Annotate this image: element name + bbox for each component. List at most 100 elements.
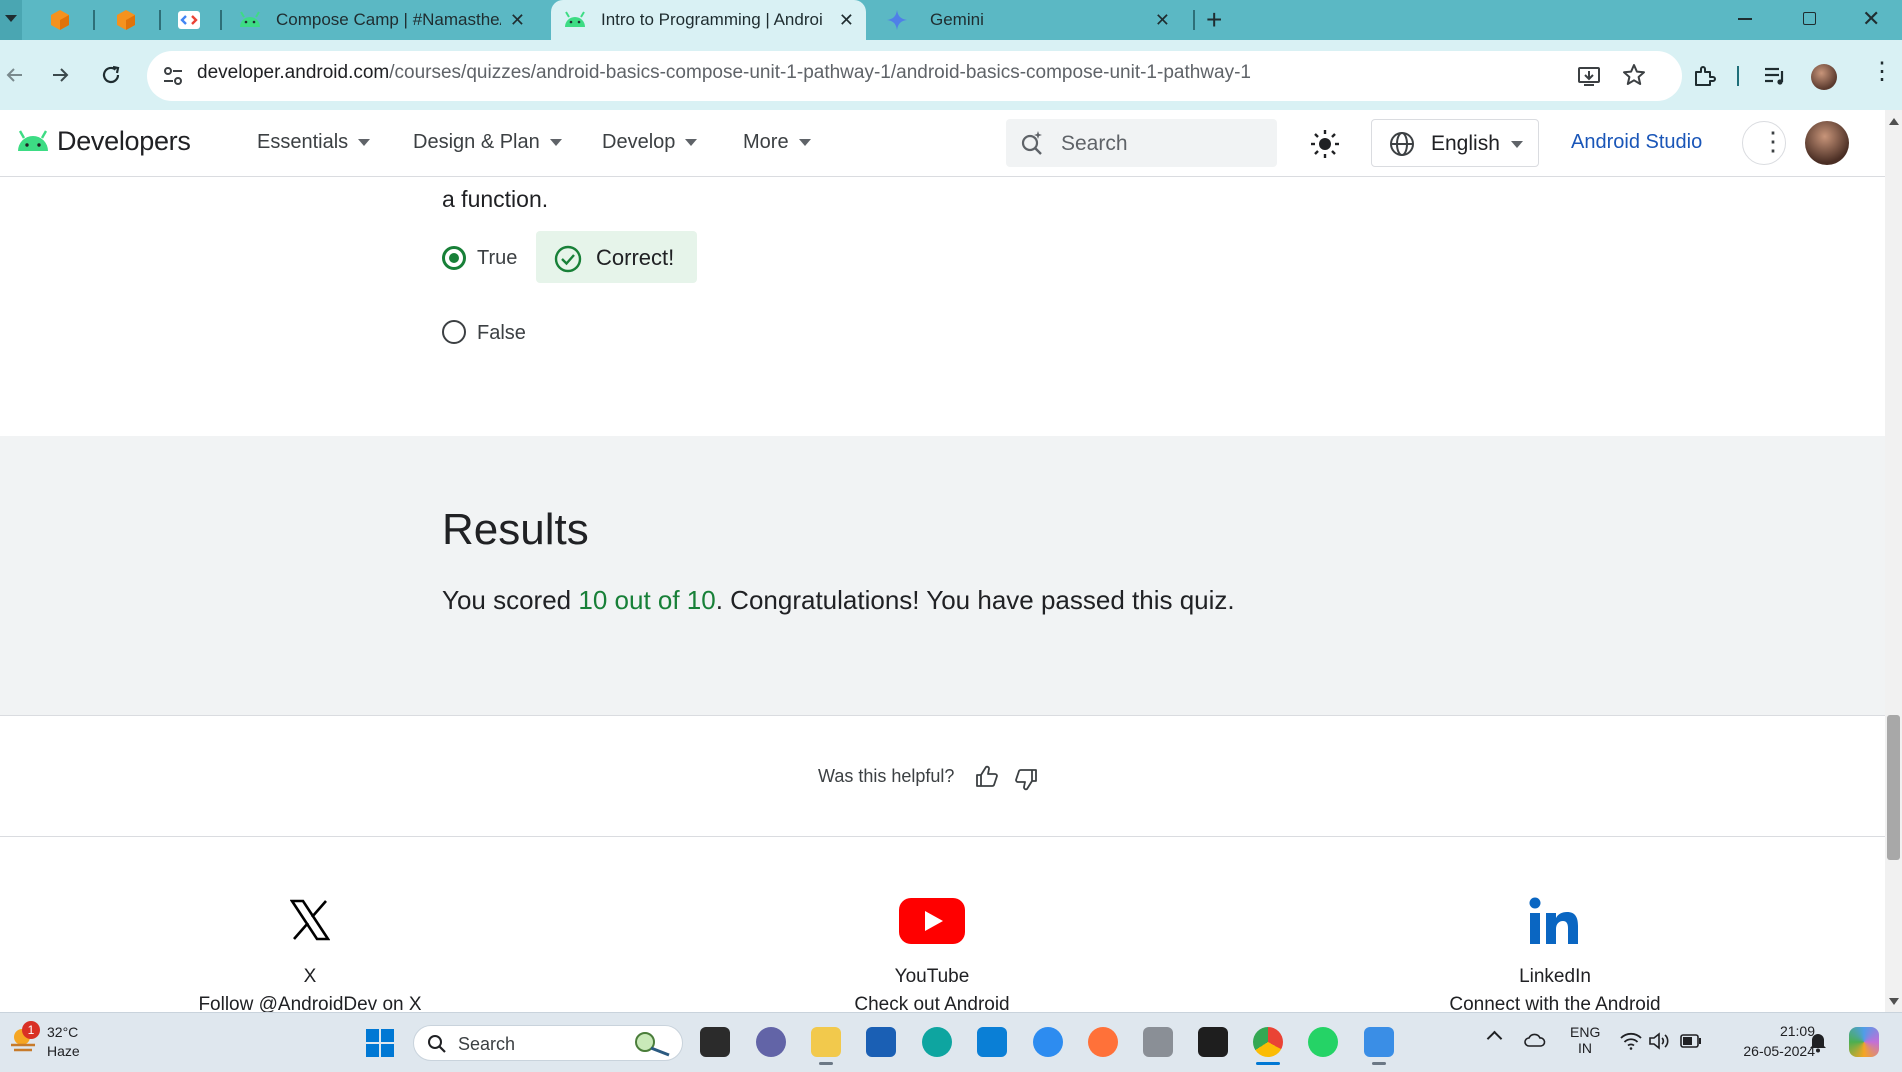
- site-search-input[interactable]: Search: [1006, 119, 1277, 167]
- search-placeholder: Search: [1061, 132, 1128, 155]
- caret-down-icon: [798, 139, 811, 146]
- linkedin-logo-icon[interactable]: [1529, 897, 1579, 945]
- nav-design-plan[interactable]: Design & Plan: [413, 131, 562, 154]
- battery-icon[interactable]: [1680, 1034, 1702, 1048]
- taskbar-search-box[interactable]: Search: [413, 1025, 683, 1061]
- nav-label: Essentials: [257, 131, 349, 153]
- results-summary: You scored 10 out of 10. Congratulations…: [442, 585, 1235, 616]
- minimize-button[interactable]: [1738, 18, 1752, 20]
- edge-icon[interactable]: [922, 1027, 952, 1057]
- help-icon[interactable]: [1033, 1027, 1063, 1057]
- nav-more[interactable]: More: [743, 131, 811, 154]
- x-logo-icon[interactable]: [290, 899, 330, 941]
- android-studio-link[interactable]: Android Studio: [1571, 131, 1702, 154]
- thumbs-down-icon[interactable]: [1014, 767, 1038, 791]
- social-name-x[interactable]: X: [300, 966, 320, 988]
- notepad-icon[interactable]: [1364, 1027, 1394, 1057]
- brand-name[interactable]: Developers: [57, 126, 191, 157]
- figma-icon[interactable]: [1198, 1027, 1228, 1057]
- option-label-true[interactable]: True: [477, 247, 517, 270]
- account-avatar[interactable]: [1805, 121, 1849, 165]
- search-highlight-icon: [635, 1032, 670, 1057]
- install-app-icon[interactable]: [1577, 64, 1601, 88]
- volume-icon[interactable]: [1648, 1032, 1670, 1050]
- scroll-up-arrow-icon[interactable]: [1889, 118, 1899, 125]
- nav-essentials[interactable]: Essentials: [257, 131, 371, 154]
- notification-bell-icon[interactable]: [1808, 1031, 1828, 1053]
- social-name-linkedin[interactable]: LinkedIn: [1455, 966, 1655, 988]
- android-logo-icon[interactable]: [16, 130, 50, 152]
- windows-start-icon[interactable]: [365, 1028, 395, 1058]
- gemini-sparkle-icon: [886, 9, 908, 31]
- language-selector[interactable]: English: [1371, 119, 1539, 167]
- tab-separator: [159, 10, 161, 30]
- caret-down-icon: [358, 139, 371, 146]
- wifi-icon[interactable]: [1620, 1032, 1642, 1050]
- reload-icon[interactable]: [100, 64, 122, 86]
- chrome-icon[interactable]: [1253, 1027, 1283, 1057]
- restore-button[interactable]: [1803, 12, 1816, 25]
- forward-arrow-icon[interactable]: [50, 65, 70, 85]
- option-label-false[interactable]: False: [477, 322, 526, 345]
- site-settings-icon[interactable]: [161, 64, 185, 88]
- teams-chat-icon[interactable]: [756, 1027, 786, 1057]
- task-view-icon[interactable]: [700, 1027, 730, 1057]
- extensions-icon[interactable]: [1692, 64, 1716, 88]
- firefox-icon[interactable]: [1088, 1027, 1118, 1057]
- url-text: developer.android.com/courses/quizzes/an…: [197, 62, 1251, 84]
- close-window-button[interactable]: ✕: [1862, 6, 1880, 32]
- tab-intro-programming[interactable]: Intro to Programming | Androi ✕: [551, 0, 866, 40]
- android-icon: [240, 11, 260, 27]
- tab-gemini[interactable]: Gemini ✕: [880, 0, 1180, 40]
- new-tab-button[interactable]: +: [1206, 4, 1222, 36]
- language-label: English: [1431, 132, 1500, 155]
- back-arrow-icon[interactable]: [5, 65, 25, 85]
- results-section: [0, 436, 1885, 716]
- score-value: 10 out of 10: [578, 585, 716, 615]
- close-icon[interactable]: ✕: [1155, 10, 1170, 31]
- close-icon[interactable]: ✕: [510, 10, 525, 31]
- radio-false[interactable]: [442, 320, 466, 344]
- radio-dot: [449, 253, 459, 263]
- taskbar-search-placeholder: Search: [458, 1034, 516, 1054]
- input-language[interactable]: ENG IN: [1570, 1024, 1600, 1056]
- weather-desc[interactable]: Haze: [47, 1043, 80, 1059]
- more-options-button[interactable]: ⋮: [1742, 121, 1786, 165]
- profile-avatar[interactable]: [1811, 64, 1837, 90]
- app-icon[interactable]: [1143, 1027, 1173, 1057]
- tab-compose-camp[interactable]: Compose Camp | #NamastheAn ✕: [232, 0, 537, 40]
- score-suffix: . Congratulations! You have passed this …: [715, 585, 1235, 615]
- clock-time[interactable]: 21:09: [1755, 1023, 1815, 1039]
- tab-1[interactable]: [48, 0, 88, 40]
- media-controls-icon[interactable]: [1763, 65, 1787, 87]
- myhp-icon[interactable]: [977, 1027, 1007, 1057]
- whatsapp-icon[interactable]: [1308, 1027, 1338, 1057]
- onedrive-icon[interactable]: [1524, 1032, 1546, 1048]
- radio-true[interactable]: [442, 246, 466, 270]
- page-scrollbar[interactable]: [1885, 110, 1902, 1012]
- lang-line-1: ENG: [1570, 1024, 1601, 1040]
- microsoft-store-icon[interactable]: [866, 1027, 896, 1057]
- youtube-logo-icon[interactable]: [899, 898, 965, 944]
- scrollbar-thumb[interactable]: [1887, 715, 1900, 860]
- tab-2[interactable]: [114, 0, 154, 40]
- social-name-youtube[interactable]: YouTube: [832, 966, 1032, 988]
- scroll-down-arrow-icon[interactable]: [1889, 998, 1899, 1005]
- thumbs-up-icon[interactable]: [975, 765, 999, 789]
- theme-toggle-icon[interactable]: [1310, 129, 1340, 159]
- url-host: developer.android.com: [197, 62, 390, 83]
- copilot-icon[interactable]: [1849, 1027, 1879, 1057]
- url-path: /courses/quizzes/android-basics-compose-…: [389, 62, 1251, 83]
- file-explorer-icon[interactable]: [811, 1027, 841, 1057]
- close-icon[interactable]: ✕: [839, 10, 854, 31]
- bookmark-star-icon[interactable]: [1622, 63, 1646, 87]
- chevron-down-icon: [5, 15, 17, 22]
- nav-label: More: [743, 131, 789, 153]
- tab-search-button[interactable]: [0, 0, 22, 40]
- nav-develop[interactable]: Develop: [602, 131, 698, 154]
- clock-date[interactable]: 26-05-2024: [1715, 1043, 1815, 1059]
- weather-temp[interactable]: 32°C: [47, 1024, 78, 1040]
- tab-label: Compose Camp | #NamastheAn: [276, 10, 501, 29]
- tab-3[interactable]: [177, 0, 217, 40]
- browser-menu-icon[interactable]: ⋮: [1870, 60, 1894, 84]
